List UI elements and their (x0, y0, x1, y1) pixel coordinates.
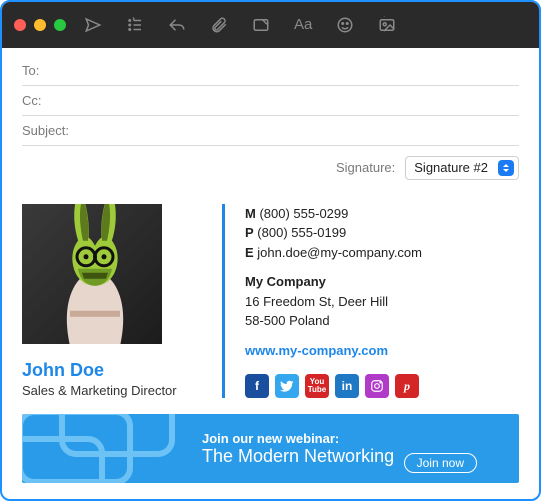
email-signature: John Doe Sales & Marketing Director M (8… (2, 180, 539, 407)
youtube-icon[interactable]: You Tube (305, 374, 329, 398)
signature-details: M (800) 555-0299 P (800) 555-0199 E john… (245, 204, 519, 399)
cc-input[interactable] (82, 93, 519, 108)
avatar (22, 204, 162, 344)
phone-value: (800) 555-0199 (257, 225, 346, 240)
cc-label: Cc: (22, 93, 82, 108)
banner-line-1: Join our new webinar: (202, 431, 394, 446)
to-field-row: To: (22, 56, 519, 86)
subject-input[interactable] (82, 123, 519, 138)
banner-line-2: The Modern Networking (202, 446, 394, 467)
subject-field-row: Subject: (22, 116, 519, 146)
font-icon[interactable]: Aa (294, 16, 312, 33)
signature-name: John Doe (22, 360, 202, 381)
toolbar: Aa (84, 16, 396, 34)
compose-header: To: Cc: Subject: (2, 48, 539, 146)
pinterest-icon[interactable]: p (395, 374, 419, 398)
window-titlebar: Aa (2, 2, 539, 48)
list-icon[interactable] (126, 16, 144, 34)
signature-title: Sales & Marketing Director (22, 383, 202, 398)
webinar-banner[interactable]: Join our new webinar: The Modern Network… (22, 414, 519, 483)
linkedin-icon[interactable]: in (335, 374, 359, 398)
address-line-2: 58-500 Poland (245, 311, 519, 331)
signature-picker-row: Signature: Signature #2 (2, 146, 539, 180)
facebook-icon[interactable]: f (245, 374, 269, 398)
address-line-1: 16 Freedom St, Deer Hill (245, 292, 519, 312)
window-controls (14, 19, 66, 31)
emoji-icon[interactable] (336, 16, 354, 34)
banner-text: Join our new webinar: The Modern Network… (202, 431, 394, 467)
cc-field-row: Cc: (22, 86, 519, 116)
mobile-value: (800) 555-0299 (259, 206, 348, 221)
close-window-button[interactable] (14, 19, 26, 31)
twitter-icon[interactable] (275, 374, 299, 398)
company-name: My Company (245, 272, 519, 292)
email-value: john.doe@my-company.com (257, 245, 422, 260)
join-now-button[interactable]: Join now (404, 453, 477, 473)
attachment-icon[interactable] (210, 16, 228, 34)
phone-label: P (245, 225, 254, 240)
email-label: E (245, 245, 254, 260)
signature-left: John Doe Sales & Marketing Director (22, 204, 202, 399)
zoom-window-button[interactable] (54, 19, 66, 31)
signature-divider (222, 204, 225, 399)
minimize-window-button[interactable] (34, 19, 46, 31)
signature-picker-label: Signature: (336, 160, 395, 175)
subject-label: Subject: (22, 123, 82, 138)
select-stepper-icon (498, 160, 514, 176)
to-label: To: (22, 63, 82, 78)
photo-icon[interactable] (378, 16, 396, 34)
format-icon[interactable] (252, 16, 270, 34)
signature-select[interactable]: Signature #2 (405, 156, 519, 180)
social-icons: f You Tube in p (245, 374, 519, 398)
mobile-label: M (245, 206, 256, 221)
signature-select-value: Signature #2 (414, 160, 488, 175)
instagram-icon[interactable] (365, 374, 389, 398)
banner-decoration (22, 414, 212, 483)
send-icon[interactable] (84, 16, 102, 34)
website-link[interactable]: www.my-company.com (245, 341, 519, 361)
reply-icon[interactable] (168, 16, 186, 34)
to-input[interactable] (82, 63, 519, 78)
